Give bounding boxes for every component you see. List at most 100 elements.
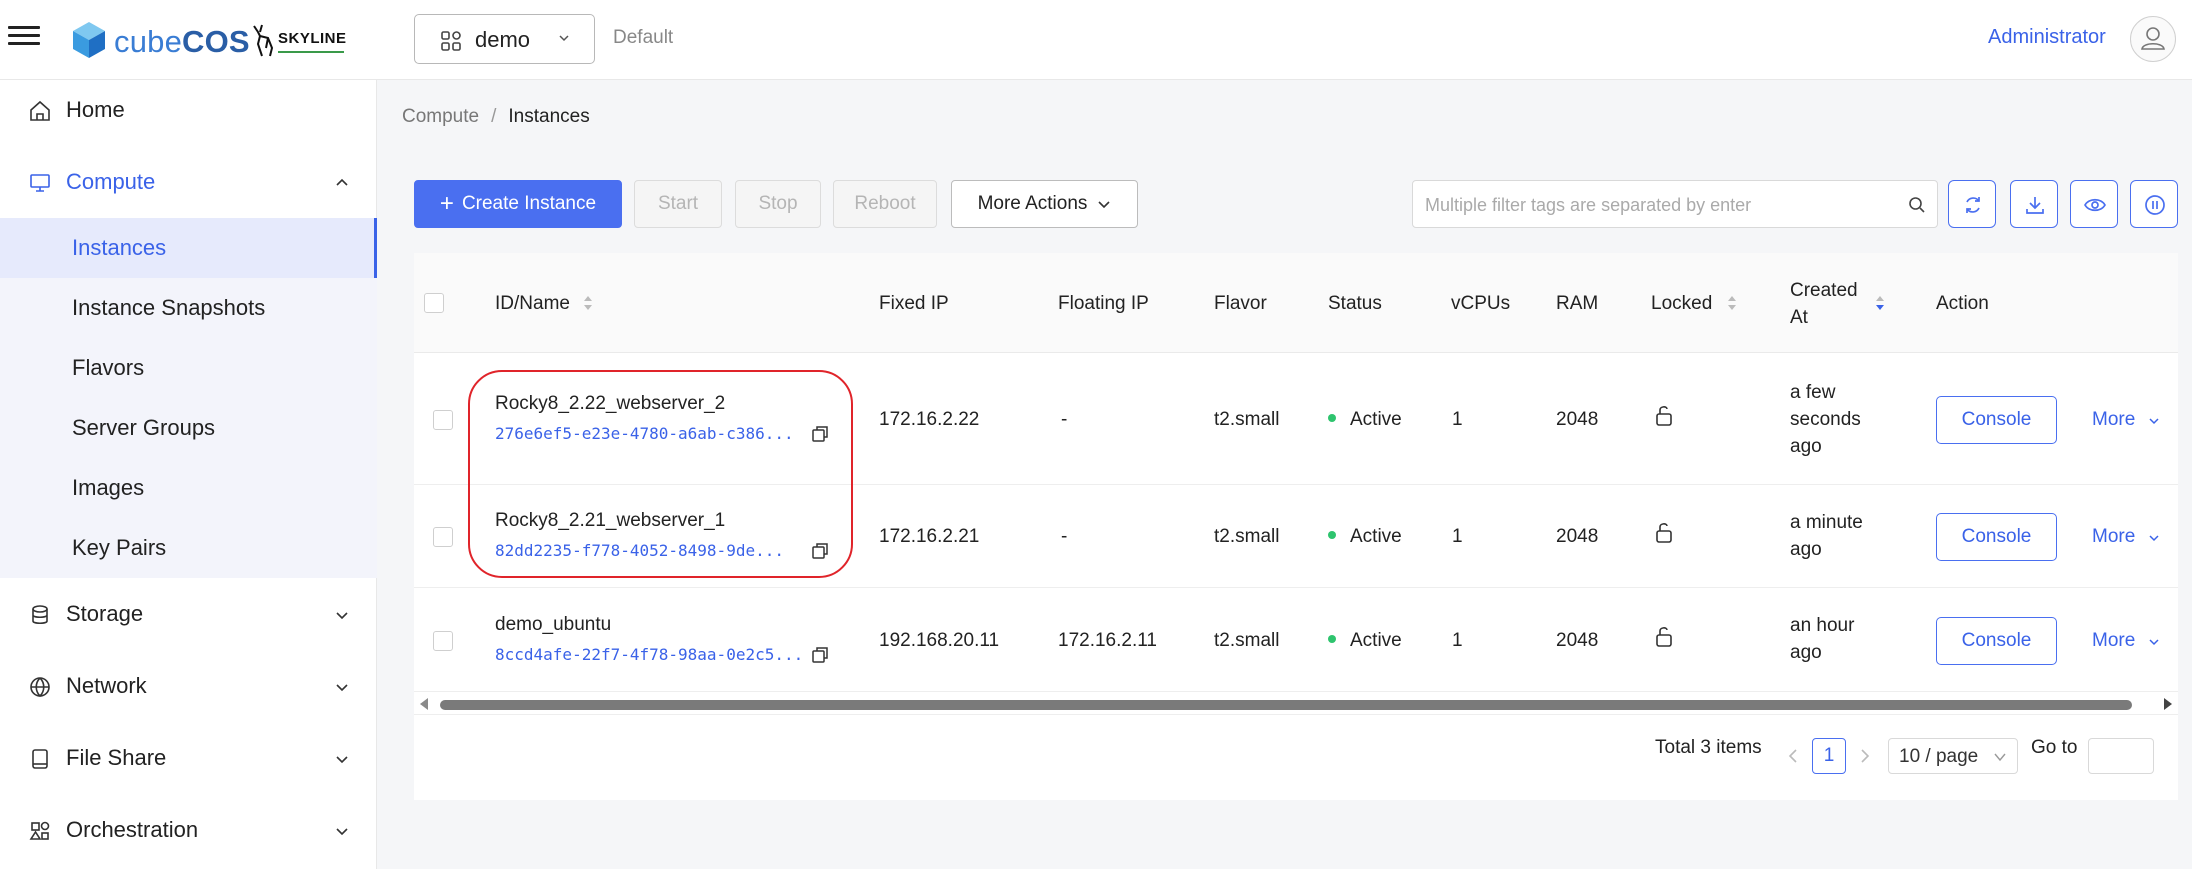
sidebar-item-flavors[interactable]: Flavors: [0, 338, 377, 398]
copy-icon[interactable]: [810, 645, 830, 665]
project-selector[interactable]: demo: [414, 14, 595, 64]
sidebar-item-label: File Share: [66, 745, 167, 770]
col-vcpus: vCPUs: [1451, 293, 1511, 314]
row-checkbox[interactable]: [433, 410, 453, 430]
chevron-down-icon: [1098, 201, 1110, 209]
vcpus: 1: [1452, 409, 1463, 430]
flavor[interactable]: t2.small: [1214, 409, 1279, 431]
created-at-line2: ago: [1790, 539, 1822, 560]
sidebar-item-home[interactable]: Home: [0, 84, 377, 136]
user-menu-link[interactable]: Administrator: [1988, 26, 2106, 49]
fixed-ip: 192.168.20.11: [879, 630, 1000, 651]
chevron-up-icon: [336, 178, 348, 186]
col-action: Action: [1936, 293, 1989, 314]
sidebar-item-instance-snapshots[interactable]: Instance Snapshots: [0, 278, 377, 338]
more-actions-button[interactable]: More Actions: [951, 180, 1138, 228]
chevron-down-icon: [2149, 418, 2159, 425]
create-instance-label: Create Instance: [461, 193, 597, 214]
created-at: a minute: [1790, 512, 1863, 533]
start-button[interactable]: Start: [634, 180, 722, 228]
download-icon: [2026, 197, 2044, 214]
sidebar-item-label: Images: [72, 475, 145, 500]
next-page-icon[interactable]: [1858, 748, 1872, 764]
floating-ip: -: [1061, 409, 1068, 430]
page-1-button[interactable]: 1: [1812, 738, 1846, 774]
flavor[interactable]: t2.small: [1214, 630, 1279, 652]
flavor[interactable]: t2.small: [1214, 526, 1279, 548]
reboot-button[interactable]: Reboot: [833, 180, 937, 228]
search-input[interactable]: Multiple filter tags are separated by en…: [1412, 180, 1938, 228]
created-at-line2: seconds: [1790, 409, 1861, 430]
create-instance-button[interactable]: + Create Instance: [414, 180, 622, 228]
select-all-checkbox[interactable]: [424, 293, 444, 313]
stop-button[interactable]: Stop: [735, 180, 821, 228]
domain-label: Default: [613, 27, 674, 48]
download-button[interactable]: [2010, 180, 2058, 228]
sidebar-item-label: Instance Snapshots: [72, 295, 266, 320]
highlight-annotation: [468, 370, 853, 578]
col-status: Status: [1328, 293, 1382, 314]
page-size-select[interactable]: 10 / page: [1888, 738, 2018, 774]
created-at: a few: [1790, 382, 1836, 403]
col-id-name[interactable]: ID/Name: [495, 293, 570, 315]
pause-icon: [2145, 195, 2165, 215]
table-header: ID/Name Fixed IP Floating IP Flavor Stat…: [414, 253, 2178, 353]
sidebar-item-compute[interactable]: Compute: [0, 156, 377, 208]
col-flavor: Flavor: [1214, 293, 1267, 314]
scrollbar-thumb[interactable]: [440, 700, 2132, 710]
pause-refresh-button[interactable]: [2130, 180, 2178, 228]
scroll-right-icon[interactable]: [2162, 697, 2174, 711]
fixed-ip: 172.16.2.21: [879, 526, 980, 547]
sidebar-item-file-share[interactable]: File Share: [0, 732, 377, 784]
sidebar-item-instances[interactable]: Instances: [0, 218, 377, 278]
prev-page-icon[interactable]: [1786, 748, 1800, 764]
more-dropdown[interactable]: More: [2092, 526, 2135, 548]
sidebar: Home Compute Instances Instance Snapshot…: [0, 80, 377, 869]
sidebar-item-storage[interactable]: Storage: [0, 588, 377, 640]
sort-desc-icon[interactable]: [1875, 293, 1885, 313]
monitor-icon: [30, 174, 50, 192]
console-button[interactable]: Console: [1936, 617, 2057, 665]
more-dropdown[interactable]: More: [2092, 630, 2135, 652]
sidebar-item-key-pairs[interactable]: Key Pairs: [0, 518, 377, 578]
row-checkbox[interactable]: [433, 631, 453, 651]
refresh-button[interactable]: [1948, 180, 1996, 228]
col-created-at[interactable]: Created: [1790, 280, 1858, 302]
plus-icon: +: [439, 190, 454, 217]
console-button[interactable]: Console: [1936, 513, 2057, 561]
breadcrumb-compute-link[interactable]: Compute: [402, 106, 479, 127]
database-icon: [32, 605, 48, 625]
horizontal-scrollbar[interactable]: [414, 694, 2178, 714]
status-badge: Active: [1328, 409, 1402, 431]
search-icon[interactable]: [1907, 195, 1927, 215]
breadcrumb-separator: /: [491, 106, 497, 127]
brand-logo[interactable]: cubeCOS: [114, 24, 250, 60]
column-visibility-button[interactable]: [2070, 180, 2118, 228]
sort-icon[interactable]: [583, 293, 593, 313]
sort-icon[interactable]: [1727, 293, 1737, 313]
sidebar-item-label: Orchestration: [66, 817, 199, 842]
menu-toggle-icon[interactable]: [8, 22, 40, 54]
sidebar-item-images[interactable]: Images: [0, 458, 377, 518]
sidebar-item-orchestration[interactable]: Orchestration: [0, 804, 377, 856]
col-locked[interactable]: Locked: [1651, 293, 1712, 315]
top-header: cubeCOS SKYLINE demo Default Administrat…: [0, 0, 2192, 80]
instance-id-link[interactable]: 8ccd4afe-22f7-4f78-98aa-0e2c5...: [495, 645, 803, 664]
user-icon: [2141, 27, 2165, 50]
row-checkbox[interactable]: [433, 527, 453, 547]
skyline-logo-text: SKYLINE: [278, 30, 347, 47]
sidebar-item-server-groups[interactable]: Server Groups: [0, 398, 377, 458]
more-dropdown[interactable]: More: [2092, 409, 2135, 431]
fixed-ip: 172.16.2.22: [879, 409, 980, 430]
sidebar-item-label: Network: [66, 673, 147, 698]
scroll-left-icon[interactable]: [418, 697, 430, 711]
console-button[interactable]: Console: [1936, 396, 2057, 444]
compute-submenu: Instances Instance Snapshots Flavors Ser…: [0, 218, 377, 578]
refresh-icon: [1966, 197, 1980, 213]
goto-page-input[interactable]: [2088, 738, 2154, 774]
avatar[interactable]: [2130, 16, 2176, 62]
sidebar-item-network[interactable]: Network: [0, 660, 377, 712]
sidebar-item-label: Server Groups: [72, 415, 216, 440]
status-dot-icon: [1328, 413, 1336, 422]
goto-label: Go to: [2031, 737, 2078, 758]
